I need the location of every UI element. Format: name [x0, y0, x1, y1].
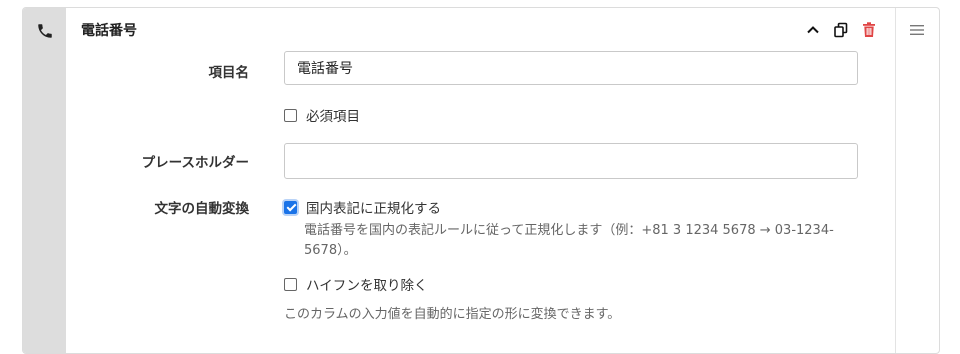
field-card: 電話番号 項目名 必須項目 プレ	[22, 7, 940, 354]
field-type-column	[23, 8, 66, 353]
normalize-description: 電話番号を国内の表記ルールに従って正規化します（例：+81 3 1234 567…	[304, 223, 834, 258]
chevron-up-icon	[807, 26, 819, 34]
required-checkbox[interactable]	[284, 108, 297, 122]
item-name-label: 項目名	[208, 65, 250, 81]
auto-convert-label: 文字の自動変換	[154, 201, 250, 217]
phone-icon	[38, 24, 52, 38]
normalize-option[interactable]: 国内表記に正規化する	[284, 197, 441, 217]
drag-handle[interactable]	[895, 8, 939, 353]
collapse-button[interactable]	[803, 20, 823, 40]
delete-button[interactable]	[859, 20, 879, 40]
field-title: 電話番号	[81, 23, 137, 39]
remove-hyphen-checkbox[interactable]	[284, 277, 297, 291]
normalize-label: 国内表記に正規化する	[306, 201, 441, 217]
menu-icon	[910, 25, 924, 35]
auto-convert-help: このカラムの入力値を自動的に指定の形に変換できます。	[284, 307, 621, 322]
trash-icon	[863, 22, 875, 37]
copy-icon	[834, 22, 848, 38]
placeholder-input[interactable]	[284, 143, 858, 179]
required-option[interactable]: 必須項目	[284, 105, 360, 125]
remove-hyphen-label: ハイフンを取り除く	[306, 278, 428, 294]
required-label: 必須項目	[306, 109, 360, 125]
placeholder-label: プレースホルダー	[141, 155, 249, 171]
item-name-input[interactable]	[284, 51, 858, 85]
remove-hyphen-option[interactable]: ハイフンを取り除く	[284, 274, 428, 294]
normalize-checkbox[interactable]	[284, 200, 297, 214]
duplicate-button[interactable]	[831, 20, 851, 40]
